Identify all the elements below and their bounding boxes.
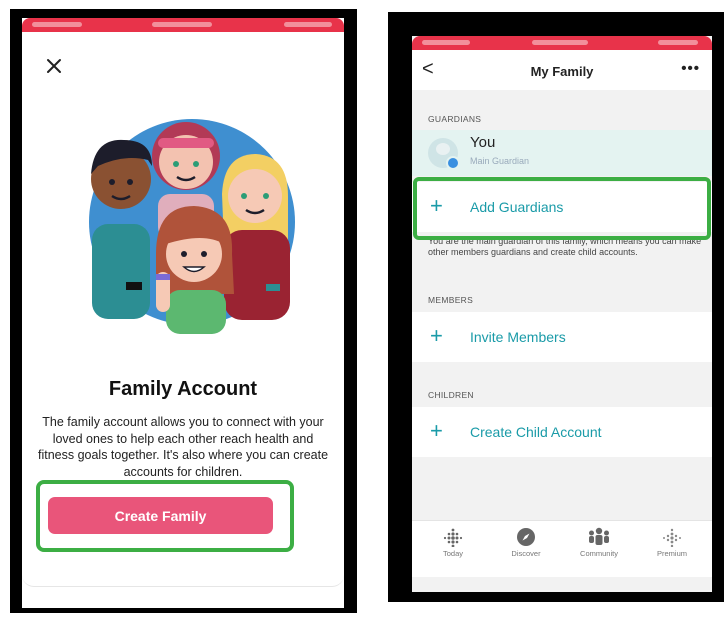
avatar [428, 138, 460, 170]
tab-today[interactable]: Today [423, 527, 483, 558]
status-bar [22, 18, 344, 32]
my-family-screen: < My Family ••• GUARDIANS You Main Guard… [412, 36, 712, 592]
create-child-account-row[interactable]: + Create Child Account [412, 407, 712, 457]
card-bottom-edge [22, 574, 344, 587]
tab-label: Community [580, 549, 618, 558]
nav-title: My Family [530, 64, 594, 79]
nav-bar: < My Family ••• [412, 50, 712, 90]
bottom-tab-bar: Today Discover Community Premium [412, 520, 712, 577]
highlight-box-add-guardians [413, 177, 711, 240]
family-illustration [89, 119, 295, 334]
plus-icon: + [430, 323, 443, 348]
close-icon[interactable] [44, 56, 64, 76]
guardian-row-you[interactable]: You Main Guardian [412, 130, 712, 176]
discover-icon [496, 527, 556, 549]
tab-premium[interactable]: Premium [642, 527, 702, 558]
guardian-name: You [470, 134, 496, 151]
invite-members-label: Invite Members [470, 329, 566, 345]
create-family-button[interactable]: Create Family [48, 497, 273, 534]
today-icon [423, 527, 483, 549]
page-title: Family Account [108, 378, 258, 400]
section-header-children: CHILDREN [428, 390, 474, 400]
guardian-role: Main Guardian [470, 156, 530, 166]
tab-community[interactable]: Community [569, 527, 629, 558]
tab-label: Today [442, 549, 463, 558]
tab-label: Premium [656, 549, 687, 558]
community-icon [569, 527, 629, 549]
guardian-badge-icon [446, 156, 460, 170]
page-description: The family account allows you to connect… [37, 415, 329, 479]
section-header-guardians: GUARDIANS [428, 114, 482, 124]
create-child-account-label: Create Child Account [470, 424, 602, 440]
section-header-members: MEMBERS [428, 295, 474, 305]
premium-icon [642, 527, 702, 549]
more-icon[interactable]: ••• [681, 60, 700, 77]
plus-icon: + [430, 418, 443, 443]
status-bar [412, 36, 712, 50]
invite-members-row[interactable]: + Invite Members [412, 312, 712, 362]
tab-label: Discover [511, 549, 541, 558]
tab-discover[interactable]: Discover [496, 527, 556, 558]
